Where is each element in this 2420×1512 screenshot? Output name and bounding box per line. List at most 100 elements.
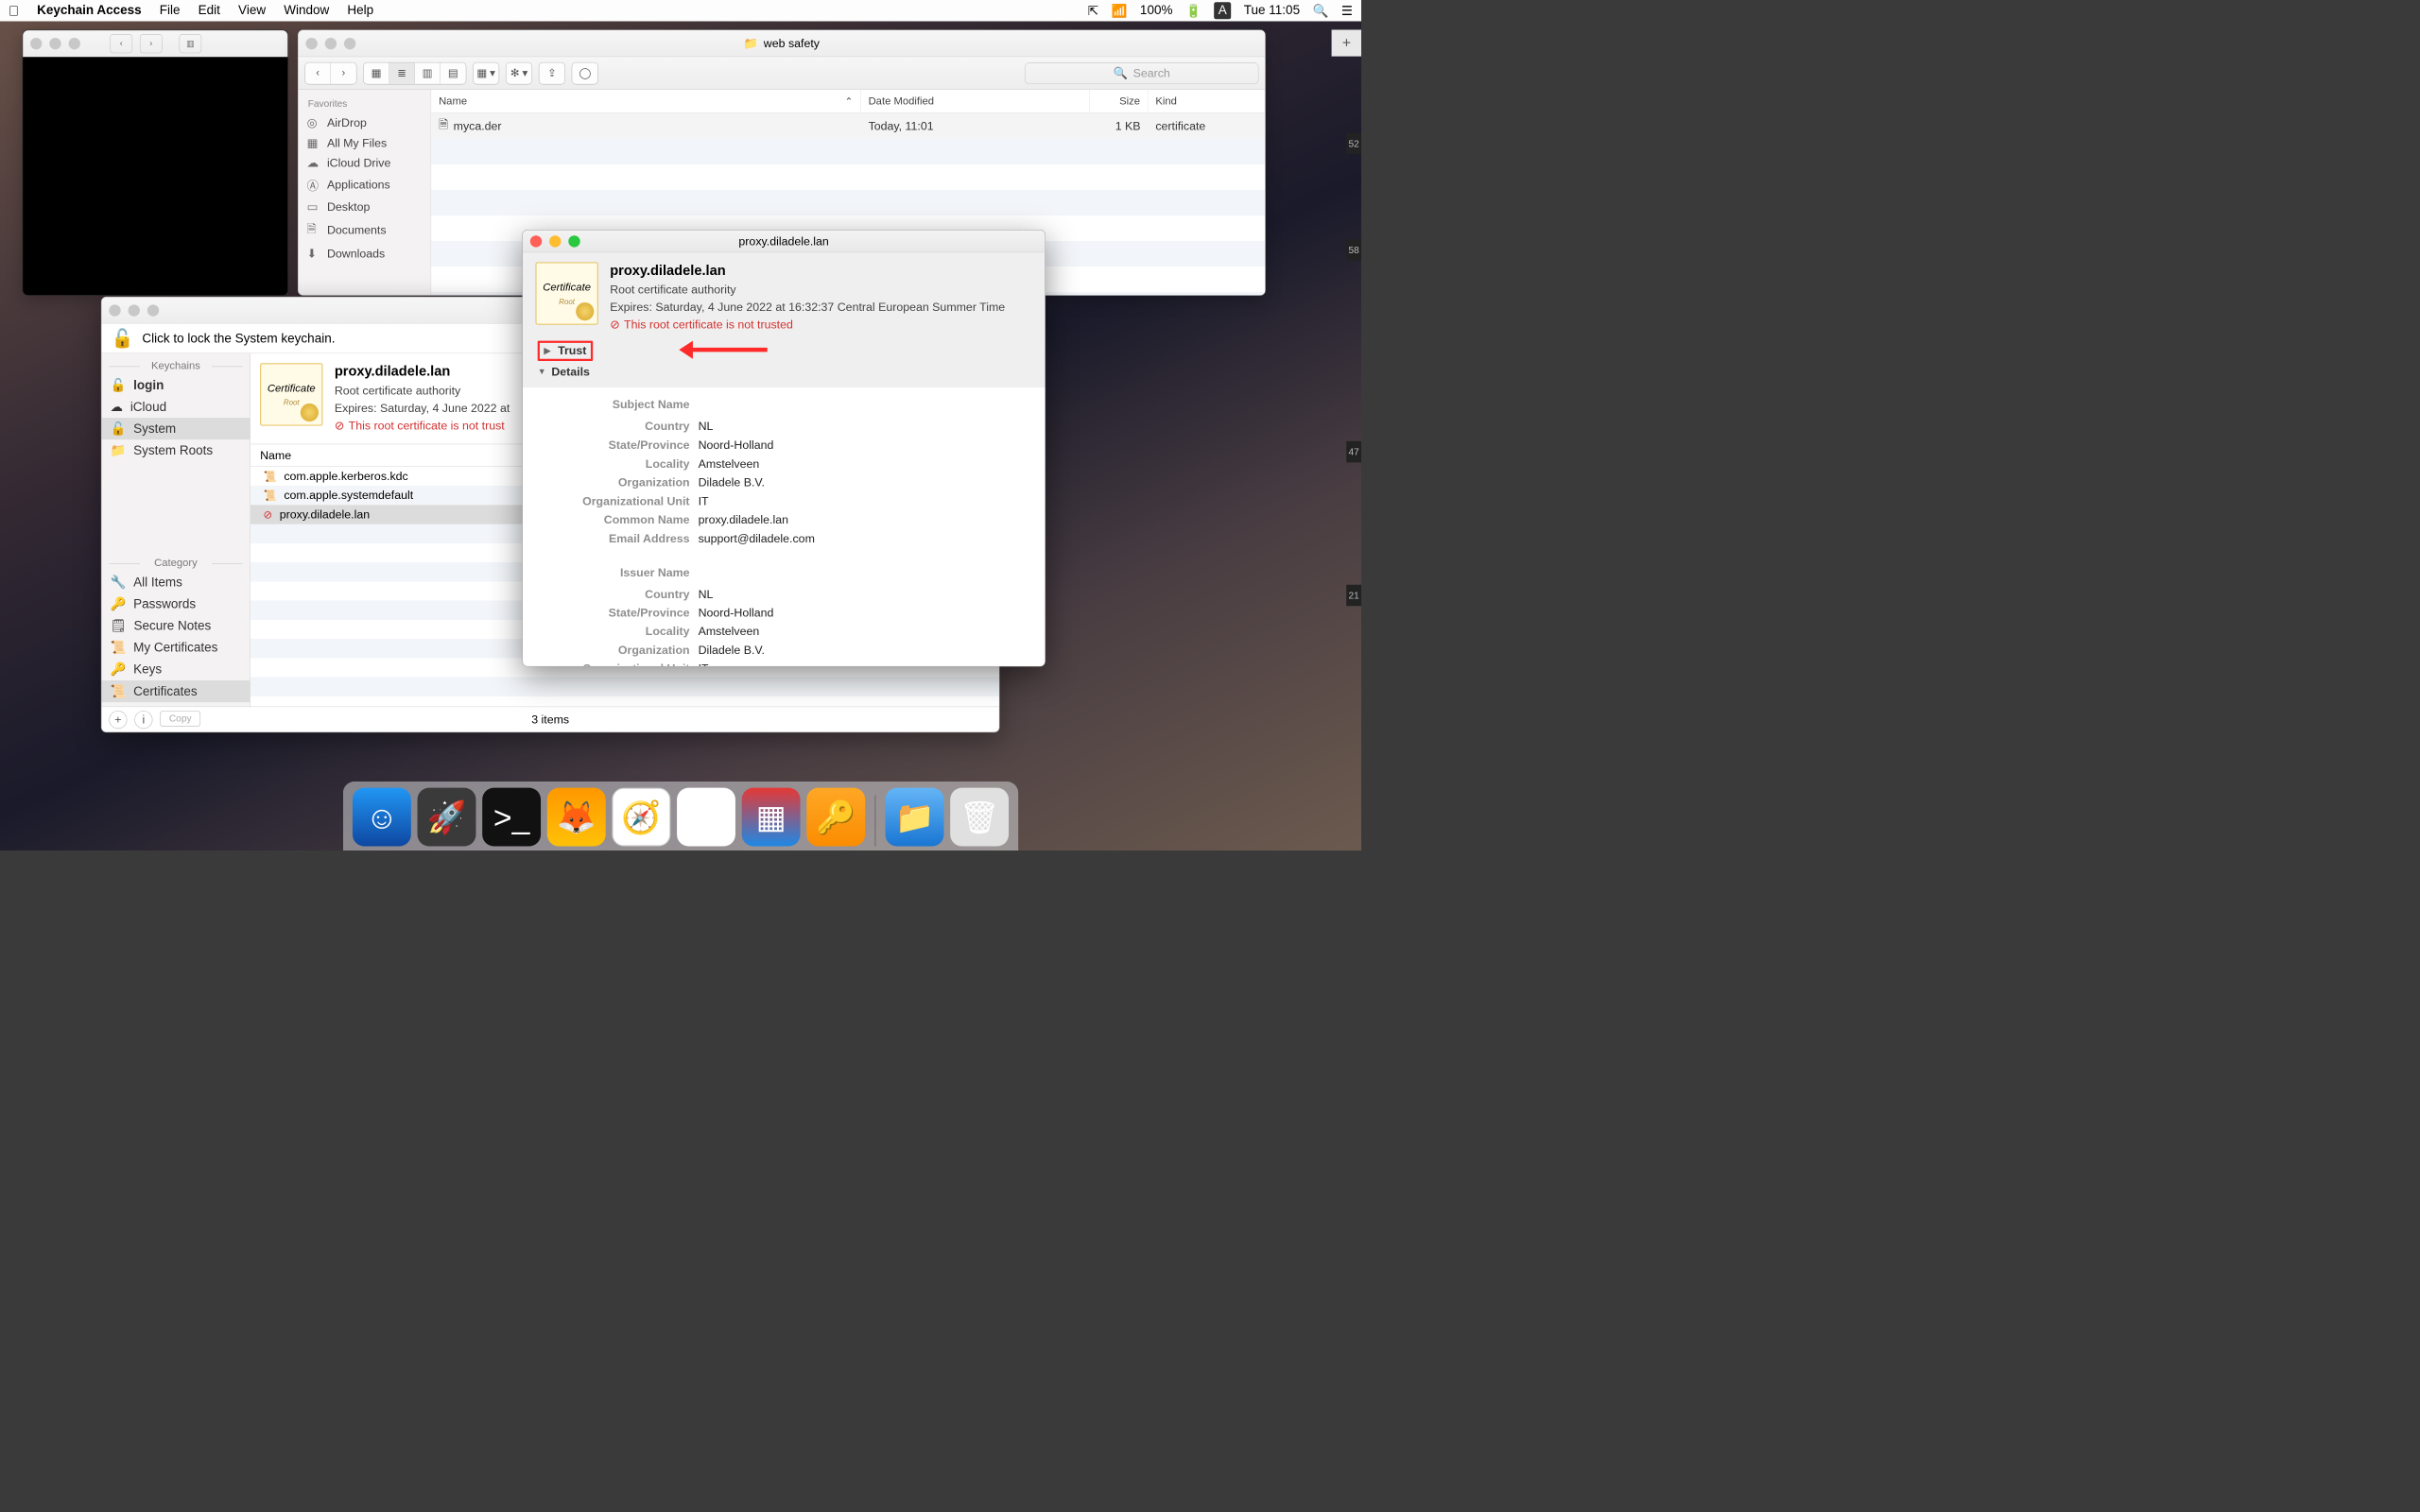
dock-finder[interactable]: ☺ — [353, 788, 411, 847]
dock-trash[interactable]: 🗑 — [950, 788, 1009, 847]
dock-downloads[interactable]: 📁 — [886, 788, 944, 847]
file-icon: 🗎 — [439, 116, 448, 136]
column-view-icon[interactable]: ▥ — [415, 62, 441, 84]
menu-file[interactable]: File — [160, 3, 181, 18]
category-all[interactable]: 🔧All Items — [101, 572, 250, 593]
category-secure-notes[interactable]: 🗒Secure Notes — [101, 615, 250, 637]
field-email: Email Addresssupport@diladele.com — [533, 529, 1034, 548]
menu-window[interactable]: Window — [284, 3, 329, 18]
arrange-button[interactable]: ▦ ▾ — [473, 62, 499, 85]
category-passwords[interactable]: 🔑Passwords — [101, 593, 250, 615]
field-locality: LocalityAmstelveen — [533, 455, 1034, 473]
dock-terminal[interactable]: >_ — [482, 788, 541, 847]
spotlight-icon[interactable]: 🔍 — [1313, 3, 1329, 18]
list-header[interactable]: Name⌃ Date Modified Size Kind — [431, 90, 1265, 113]
item-count: 3 items — [531, 713, 569, 727]
cert-icon: 📜 — [263, 489, 276, 502]
new-tab-button[interactable]: + — [1332, 30, 1362, 57]
sidebar-item-applications[interactable]: ⒶApplications — [299, 173, 431, 197]
wifi-icon[interactable]: 📶 — [1112, 3, 1128, 18]
menu-view[interactable]: View — [238, 3, 266, 18]
copy-button[interactable]: Copy — [160, 711, 200, 727]
sidebar-item-airdrop[interactable]: ◎AirDrop — [299, 112, 431, 132]
list-view-icon[interactable]: ≣ — [389, 62, 415, 84]
sidebar-toggle-icon[interactable]: ▥ — [180, 34, 202, 53]
sidebar-item-icloud[interactable]: ☁iCloud Drive — [299, 153, 431, 173]
apple-menu-icon[interactable]:  — [9, 3, 19, 19]
info-button[interactable]: i — [134, 711, 152, 729]
finder-titlebar[interactable]: 📁 web safety — [299, 30, 1266, 57]
cloud-icon: ☁ — [110, 399, 123, 414]
documents-icon: 🗎 — [307, 220, 321, 240]
key-icon: 🔑 — [110, 662, 126, 677]
traffic-lights[interactable] — [305, 38, 355, 49]
category-certificates[interactable]: 📜Certificates — [101, 680, 250, 702]
lock-icon[interactable]: 🔓 — [112, 328, 134, 350]
edge-hint: 58 — [1346, 239, 1361, 261]
battery-percent[interactable]: 100% — [1140, 3, 1173, 18]
unlock-icon: 🔓 — [110, 421, 126, 437]
icon-view-icon[interactable]: ▦ — [364, 62, 389, 84]
issuer-state: State/ProvinceNoord-Holland — [533, 603, 1034, 622]
dock-safari[interactable]: 🧭 — [612, 788, 670, 847]
dock-divider — [874, 796, 875, 847]
traffic-lights[interactable] — [30, 38, 80, 49]
keychains-header: Keychains — [101, 358, 250, 374]
keychain-login[interactable]: 🔓login — [101, 374, 250, 396]
menu-edit[interactable]: Edit — [199, 3, 220, 18]
dock: ☺ 🚀 >_ 🦊 🧭 ◉ ▦ 🔑 📁 🗑 — [343, 782, 1018, 850]
cert-error-icon: ⊘ — [263, 507, 271, 521]
search-placeholder: Search — [1133, 66, 1170, 80]
sort-arrow-icon[interactable]: ⌃ — [845, 95, 853, 107]
input-source-badge[interactable]: A — [1214, 2, 1231, 19]
sidebar-item-documents[interactable]: 🗎Documents — [299, 217, 431, 244]
coverflow-view-icon[interactable]: ▤ — [441, 62, 466, 84]
screenshare-icon[interactable]: ⇱ — [1088, 3, 1098, 18]
sidebar-item-downloads[interactable]: ⬇Downloads — [299, 244, 431, 264]
certificate-inspector: proxy.diladele.lan CertificateRoot proxy… — [522, 230, 1046, 666]
note-icon: 🗒 — [110, 618, 126, 633]
traffic-lights[interactable] — [109, 304, 159, 316]
file-row[interactable]: 🗎myca.der Today, 11:01 1 KB certificate — [431, 113, 1265, 139]
view-mode-switcher[interactable]: ▦ ≣ ▥ ▤ — [363, 62, 466, 85]
nav-buttons[interactable]: ‹› — [304, 62, 356, 85]
trust-disclosure[interactable]: ▶Trust — [533, 338, 1034, 363]
clock[interactable]: Tue 11:05 — [1244, 3, 1300, 18]
dock-keychain[interactable]: 🔑 — [806, 788, 865, 847]
category-my-certs[interactable]: 📜My Certificates — [101, 637, 250, 659]
folder-icon: 📁 — [744, 37, 758, 51]
back-button[interactable]: ‹ — [110, 34, 132, 53]
dock-vmware[interactable]: ▦ — [742, 788, 801, 847]
menu-help[interactable]: Help — [347, 3, 373, 18]
add-button[interactable]: + — [109, 711, 127, 729]
forward-button[interactable]: › — [140, 34, 163, 53]
category-keys[interactable]: 🔑Keys — [101, 659, 250, 680]
certificate-icon: CertificateRoot — [260, 363, 322, 425]
details-disclosure[interactable]: ▼Details — [533, 363, 1034, 381]
share-button[interactable]: ⇪ — [539, 62, 565, 85]
disclosure-right-icon: ▶ — [544, 346, 552, 356]
app-name[interactable]: Keychain Access — [37, 3, 142, 18]
edge-hint: 21 — [1346, 585, 1361, 607]
dock-firefox[interactable]: 🦊 — [547, 788, 606, 847]
keychain-system[interactable]: 🔓System — [101, 418, 250, 439]
cert-name: proxy.diladele.lan — [610, 262, 1005, 278]
traffic-lights[interactable] — [530, 235, 580, 247]
cert-role: Root certificate authority — [335, 382, 510, 400]
action-button[interactable]: ✻ ▾ — [506, 62, 532, 85]
keychain-system-roots[interactable]: 📁System Roots — [101, 439, 250, 461]
battery-icon[interactable]: 🔋 — [1185, 3, 1201, 18]
keychain-icloud[interactable]: ☁iCloud — [101, 396, 250, 418]
notification-center-icon[interactable]: ☰ — [1341, 3, 1353, 18]
sidebar-item-desktop[interactable]: ▭Desktop — [299, 197, 431, 216]
tags-button[interactable]: ◯ — [572, 62, 598, 85]
inspector-titlebar[interactable]: proxy.diladele.lan — [523, 231, 1045, 253]
search-input[interactable]: 🔍 Search — [1025, 62, 1259, 84]
key-icon: 🔧 — [110, 575, 126, 590]
dock-chrome[interactable]: ◉ — [677, 788, 735, 847]
sidebar-item-allfiles[interactable]: ▦All My Files — [299, 133, 431, 153]
status-bar: + i Copy 3 items — [101, 707, 999, 732]
cert-role: Root certificate authority — [610, 281, 1005, 299]
inspector-title: proxy.diladele.lan — [738, 234, 828, 249]
dock-launchpad[interactable]: 🚀 — [418, 788, 476, 847]
